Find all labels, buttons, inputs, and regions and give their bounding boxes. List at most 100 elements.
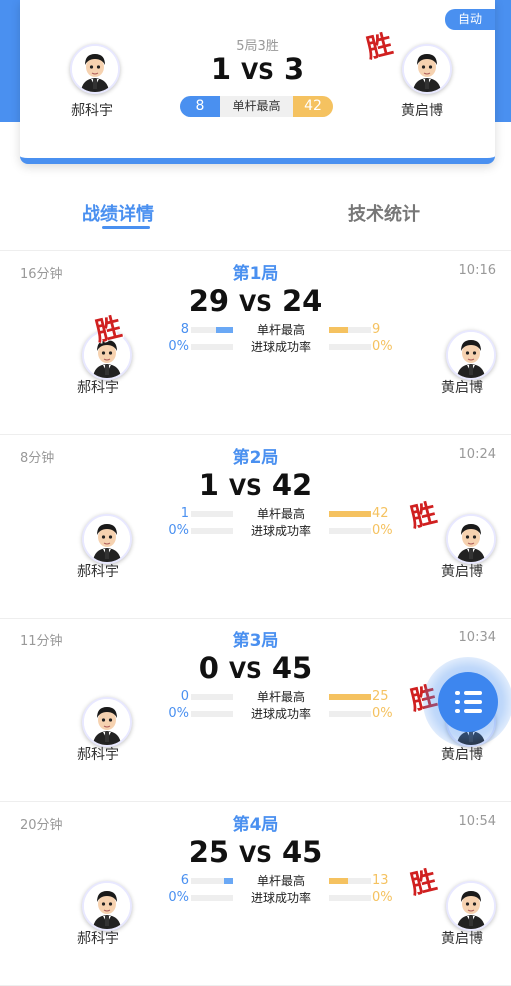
match-summary-card: 自动 郝科宇 黄启博 胜 5局3胜 1 VS 3 8 单杆最高 42: [20, 0, 495, 164]
player-avatar-icon: [448, 883, 494, 929]
game-right-score: 45: [271, 651, 313, 685]
right-high-break-bar: [329, 327, 371, 333]
left-match-score: 1: [210, 52, 232, 86]
vs-label: VS: [228, 476, 262, 501]
game-title: 第4局: [232, 815, 279, 835]
right-success-rate: 0%: [372, 890, 393, 905]
right-high-break: 42: [293, 96, 333, 117]
game-right-player-name: 黄启博: [441, 931, 483, 947]
game-left-player-name: 郝科宇: [77, 931, 119, 947]
game-score: 1 VS 42: [0, 468, 511, 502]
left-high-break-bar: [191, 511, 233, 517]
success-rate-row: 0% 进球成功率 0%: [0, 339, 511, 355]
active-tab-indicator: [102, 226, 150, 229]
game-time: 10:34: [458, 630, 496, 645]
right-high-break-value: 42: [372, 506, 389, 521]
left-success-rate: 0%: [168, 523, 189, 538]
game-title: 第3局: [232, 631, 279, 651]
auto-badge[interactable]: 自动: [445, 9, 495, 30]
game-left-score: 29: [188, 284, 230, 318]
left-success-rate-bar: [191, 344, 233, 350]
high-break-label: 单杆最高: [256, 507, 305, 521]
left-success-rate: 0%: [168, 339, 189, 354]
menu-list-icon[interactable]: [438, 672, 498, 732]
game-right-player-name: 黄启博: [441, 380, 483, 396]
right-high-break-value: 25: [372, 689, 389, 704]
left-player-name: 郝科宇: [71, 103, 113, 119]
game-right-score: 45: [281, 835, 323, 869]
right-match-score: 3: [283, 52, 305, 86]
high-break-row: 8 单杆最高 9: [0, 322, 511, 338]
vs-label: VS: [239, 843, 272, 868]
game-time: 10:54: [458, 814, 496, 829]
game-score: 25 VS 45: [0, 835, 511, 869]
game-right-avatar[interactable]: [446, 514, 496, 564]
high-break-summary: 8 单杆最高 42: [180, 96, 333, 117]
game-time: 10:24: [458, 447, 496, 462]
player-avatar-icon: [448, 332, 494, 378]
right-success-rate-bar: [329, 895, 371, 901]
match-score: 1 VS 3: [20, 52, 495, 86]
left-success-rate-bar: [191, 895, 233, 901]
player-avatar-icon: [84, 883, 130, 929]
game-right-avatar[interactable]: [446, 881, 496, 931]
game-left-score: 25: [188, 835, 230, 869]
tab-technical-stats[interactable]: 技术统计: [348, 200, 420, 226]
game-title: 第1局: [232, 264, 279, 284]
left-success-rate-bar: [191, 711, 233, 717]
game-row[interactable]: 16分钟 第1局 10:16 29 VS 24 8 单杆最高 9 0% 进球成功率 …: [0, 251, 511, 434]
game-left-player-name: 郝科宇: [77, 380, 119, 396]
high-break-label: 单杆最高: [232, 99, 281, 113]
left-high-break: 8: [180, 96, 220, 117]
left-success-rate: 0%: [168, 706, 189, 721]
high-break-label: 单杆最高: [256, 323, 305, 337]
game-right-avatar[interactable]: [446, 330, 496, 380]
left-high-break-value: 8: [180, 322, 189, 337]
right-high-break-bar: [329, 511, 371, 517]
game-left-avatar[interactable]: [82, 697, 132, 747]
high-break-label: 单杆最高: [256, 874, 305, 888]
game-right-player-name: 黄启博: [441, 747, 483, 763]
success-rate-label: 进球成功率: [250, 707, 311, 721]
vs-label: VS: [239, 292, 272, 317]
right-high-break-value: 9: [372, 322, 381, 337]
right-player-name: 黄启博: [401, 103, 443, 119]
right-high-break-value: 13: [372, 873, 389, 888]
game-left-player-name: 郝科宇: [77, 564, 119, 580]
success-rate-label: 进球成功率: [250, 524, 311, 538]
left-high-break-value: 6: [180, 873, 189, 888]
right-high-break-bar: [329, 878, 371, 884]
success-rate-label: 进球成功率: [250, 340, 311, 354]
game-score: 29 VS 24: [0, 284, 511, 318]
high-break-label: 单杆最高: [256, 690, 305, 704]
tab-record-details[interactable]: 战绩详情: [82, 200, 154, 226]
game-time: 10:16: [458, 263, 496, 278]
right-success-rate-bar: [329, 344, 371, 350]
left-high-break-bar: [191, 327, 233, 333]
vs-label: VS: [228, 659, 262, 684]
game-right-player-name: 黄启博: [441, 564, 483, 580]
game-right-score: 42: [271, 468, 313, 502]
game-left-score: 1: [198, 468, 219, 502]
game-row[interactable]: 20分钟 第4局 10:54 25 VS 45 6 单杆最高 13 0% 进球成功率…: [0, 802, 511, 985]
menu-fab[interactable]: [423, 657, 511, 747]
game-row[interactable]: 8分钟 第2局 10:24 1 VS 42 1 单杆最高 42 0% 进球成功率 0…: [0, 435, 511, 618]
left-success-rate-bar: [191, 528, 233, 534]
game-left-player-name: 郝科宇: [77, 747, 119, 763]
game-left-avatar[interactable]: [82, 881, 132, 931]
right-success-rate-bar: [329, 711, 371, 717]
game-left-score: 0: [198, 651, 219, 685]
right-success-rate-bar: [329, 528, 371, 534]
left-high-break-value: 1: [180, 506, 189, 521]
success-rate-label: 进球成功率: [250, 891, 311, 905]
left-high-break-bar: [191, 694, 233, 700]
right-success-rate: 0%: [372, 706, 393, 721]
right-high-break-bar: [329, 694, 371, 700]
left-success-rate: 0%: [168, 890, 189, 905]
left-high-break-value: 0: [180, 689, 189, 704]
game-left-avatar[interactable]: [82, 514, 132, 564]
left-high-break-bar: [191, 878, 233, 884]
right-success-rate: 0%: [372, 339, 393, 354]
right-success-rate: 0%: [372, 523, 393, 538]
vs-label: VS: [241, 60, 274, 85]
